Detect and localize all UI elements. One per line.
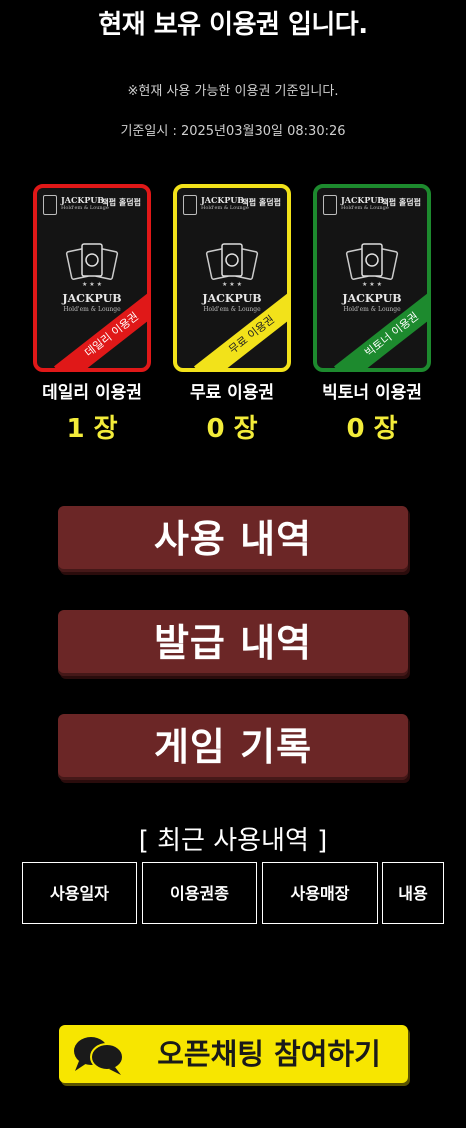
usage-history-button[interactable]: 사용 내역 [58, 506, 408, 572]
notice-text: ※현재 사용 가능한 이용권 기준입니다. [127, 84, 339, 99]
recent-usage-heading: [ 최근 사용내역 ] [138, 826, 328, 856]
ticket-count-free: 0 장 [206, 414, 258, 444]
playing-cards-icon: ★ ★ ★ [205, 243, 259, 288]
open-chat-label: 오픈채팅 참여하기 [157, 1037, 381, 1071]
card-brand-small: JACKPUB [61, 195, 105, 205]
svg-text:★ ★ ★: ★ ★ ★ [222, 281, 242, 288]
card-brand-small: JACKPUB [201, 195, 245, 205]
card-face: JACKPUB Hold'em & Lounge 잭펍 홀덤펍 ★ ★ ★ JA… [33, 184, 151, 372]
issue-history-button[interactable]: 발급 내역 [58, 610, 408, 676]
ticket-card-daily: JACKPUB Hold'em & Lounge 잭펍 홀덤펍 ★ ★ ★ JA… [33, 184, 151, 372]
column-header-ticket-type: 이용권종 [142, 862, 257, 924]
card-header: JACKPUB Hold'em & Lounge 잭펍 홀덤펍 [183, 194, 281, 216]
ticket-card-bigtourney: JACKPUB Hold'em & Lounge 잭펍 홀덤펍 ★ ★ ★ JA… [313, 184, 431, 372]
card-header: JACKPUB Hold'em & Lounge 잭펍 홀덤펍 [43, 194, 141, 216]
playing-cards-icon: ★ ★ ★ [345, 243, 399, 288]
column-header-content: 내용 [382, 862, 444, 924]
card-tag: 잭펍 홀덤펍 [381, 198, 421, 207]
card-brand-small: JACKPUB [341, 195, 385, 205]
ticket-name-free: 무료 이용권 [189, 383, 275, 403]
card-tag: 잭펍 홀덤펍 [101, 198, 141, 207]
card-face: JACKPUB Hold'em & Lounge 잭펍 홀덤펍 ★ ★ ★ JA… [173, 184, 291, 372]
page-title: 현재 보유 이용권 입니다. [98, 10, 368, 40]
reference-timestamp: 기준일시 : 2025년03월30일 08:30:26 [120, 124, 346, 139]
svg-text:★ ★ ★: ★ ★ ★ [362, 281, 382, 288]
card-mini-icon [43, 195, 57, 215]
card-face: JACKPUB Hold'em & Lounge 잭펍 홀덤펍 ★ ★ ★ JA… [313, 184, 431, 372]
ticket-name-daily: 데일리 이용권 [42, 383, 142, 403]
ticket-name-bigtourney: 빅토너 이용권 [322, 383, 422, 403]
playing-cards-icon: ★ ★ ★ [65, 243, 119, 288]
card-tag: 잭펍 홀덤펍 [241, 198, 281, 207]
column-header-store: 사용매장 [262, 862, 378, 924]
card-mini-icon [323, 195, 337, 215]
card-brand: JACKPUB [62, 292, 122, 305]
svg-text:★ ★ ★: ★ ★ ★ [82, 281, 102, 288]
game-record-button[interactable]: 게임 기록 [58, 714, 408, 780]
card-brand: JACKPUB [342, 292, 402, 305]
ticket-count-bigtourney: 0 장 [346, 414, 398, 444]
card-brand: JACKPUB [202, 292, 262, 305]
column-header-date: 사용일자 [22, 862, 137, 924]
ticket-count-daily: 1 장 [66, 414, 118, 444]
chat-bubbles-icon [74, 1037, 124, 1075]
card-mini-icon [183, 195, 197, 215]
open-chat-button[interactable]: 오픈채팅 참여하기 [59, 1025, 408, 1083]
card-header: JACKPUB Hold'em & Lounge 잭펍 홀덤펍 [323, 194, 421, 216]
ticket-card-free: JACKPUB Hold'em & Lounge 잭펍 홀덤펍 ★ ★ ★ JA… [173, 184, 291, 372]
